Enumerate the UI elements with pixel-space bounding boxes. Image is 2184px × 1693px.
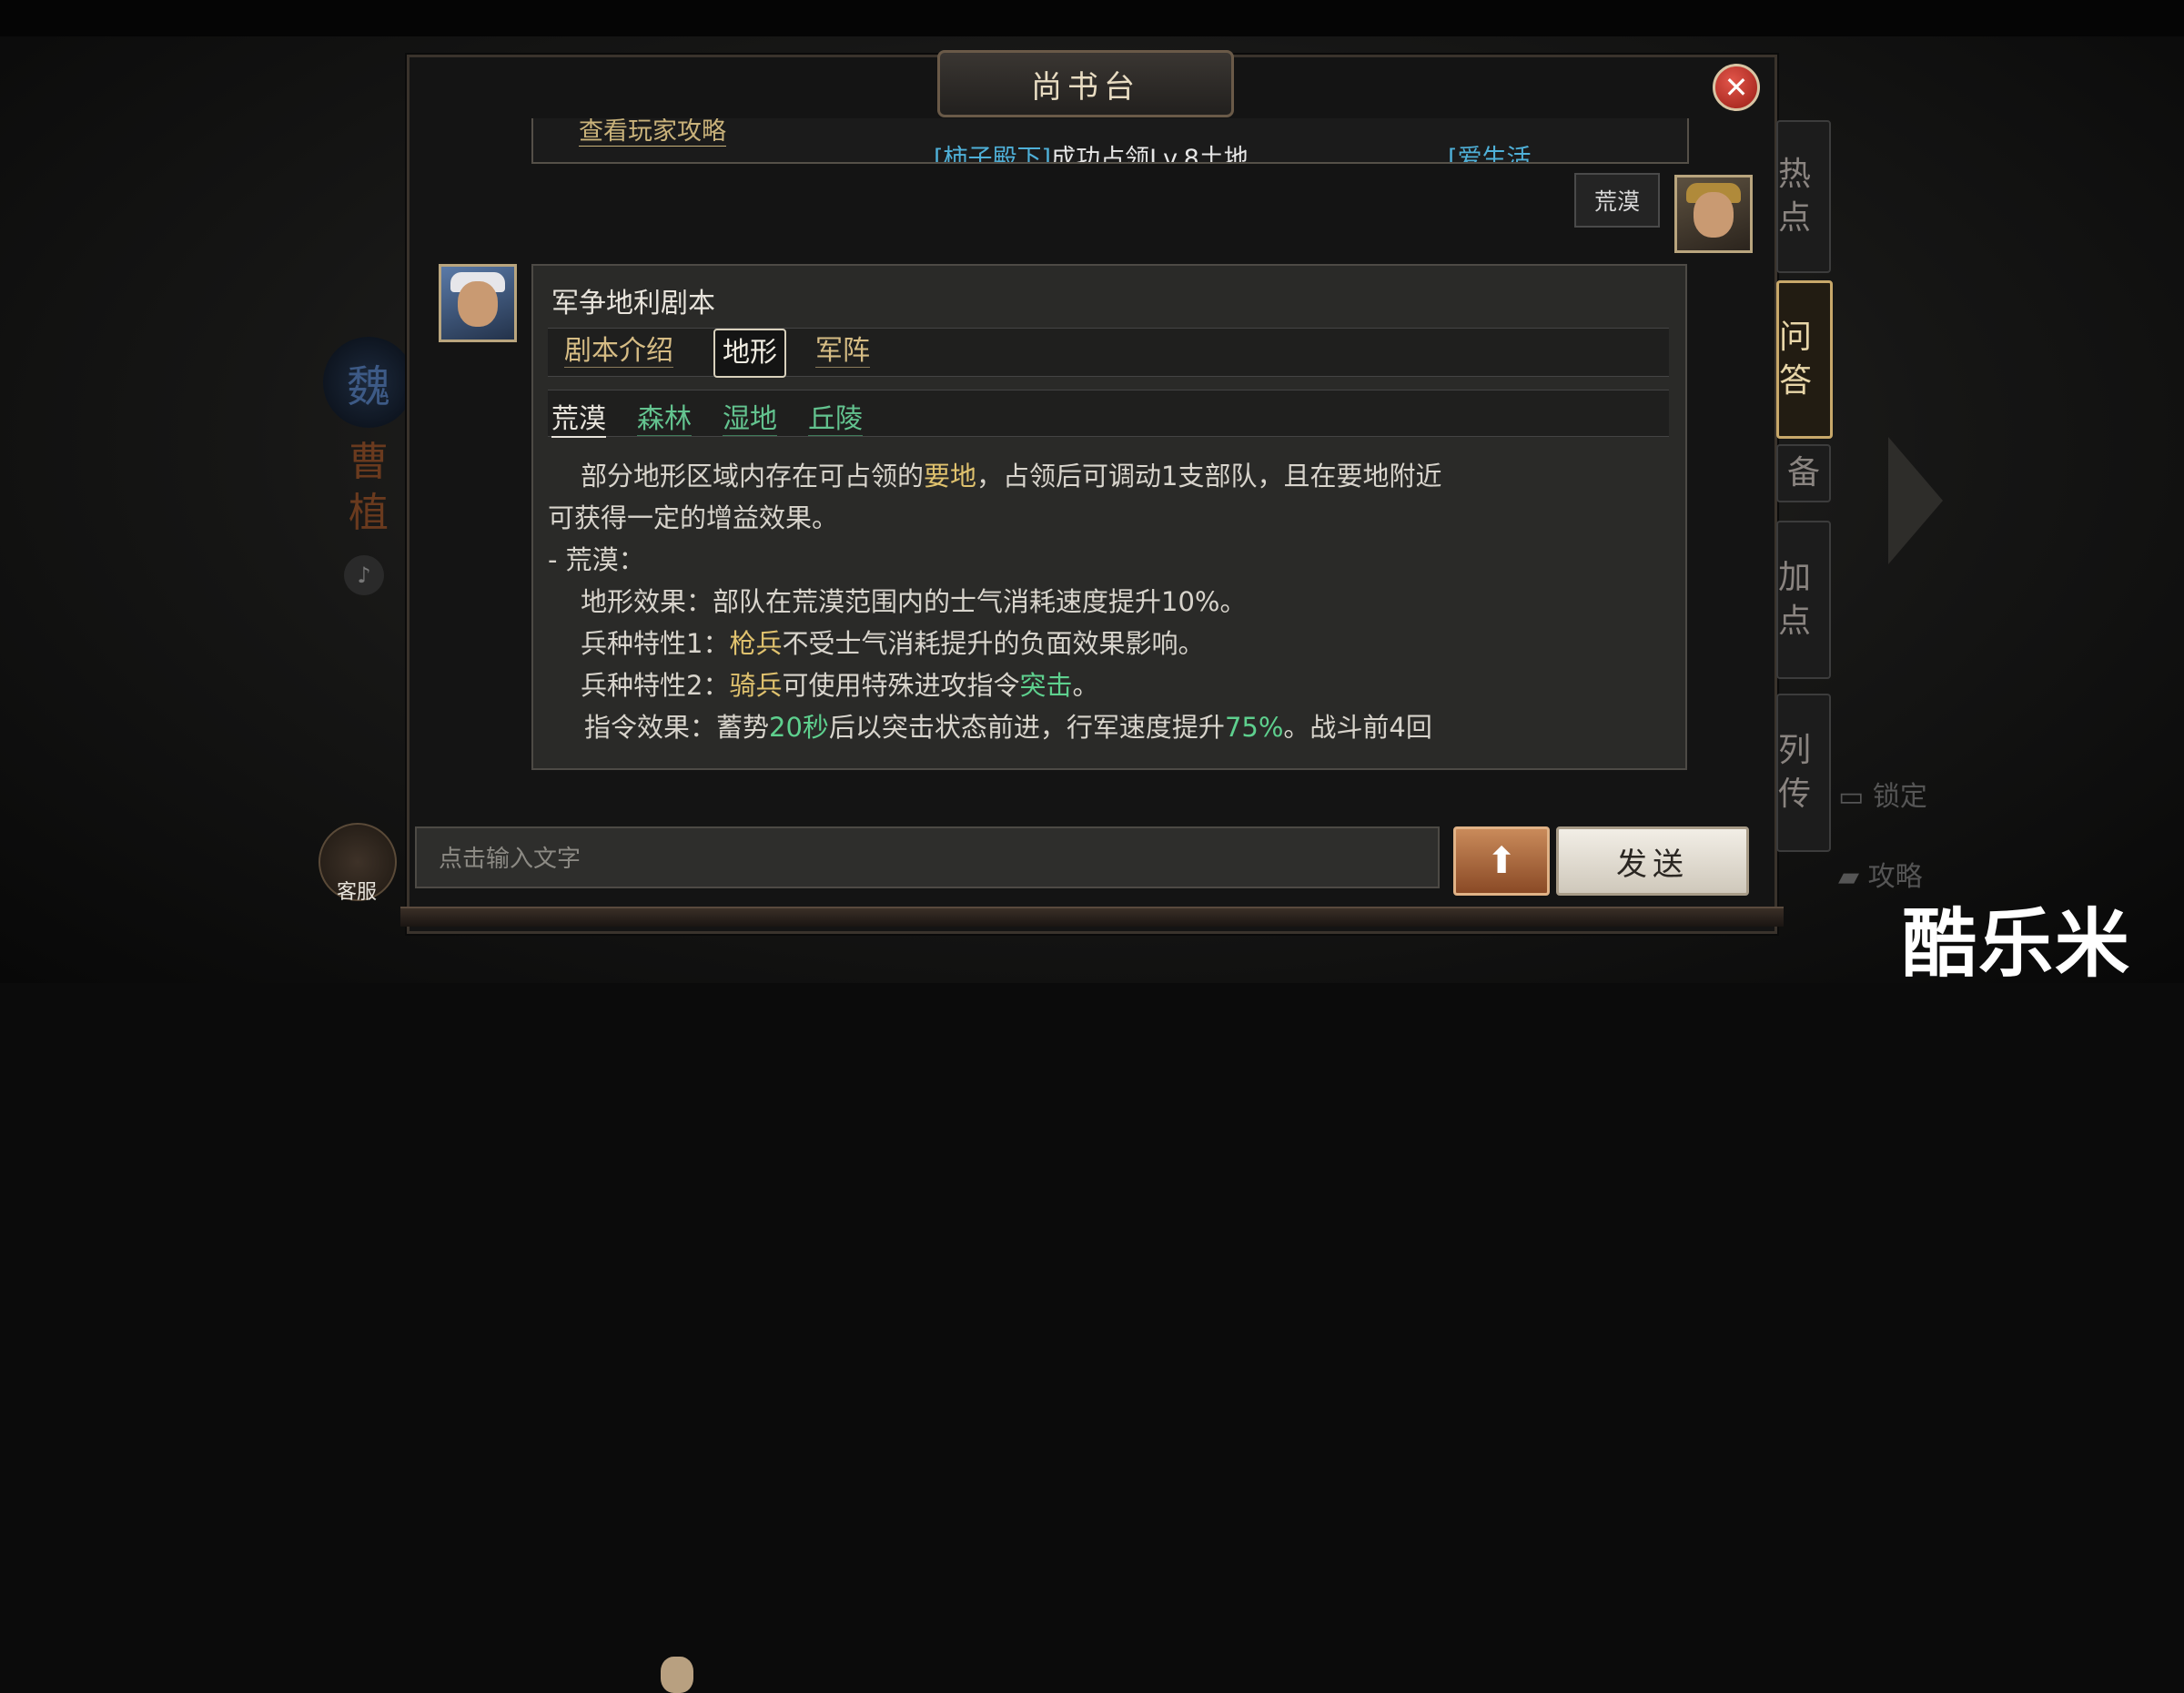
script-tab-bar: 剧本介绍 地形 军阵 [548, 328, 1669, 378]
unit-trait-1: 兵种特性1：枪兵不受士气消耗提升的负面效果影响。 [581, 628, 1205, 659]
broadcast-bar: 查看玩家攻略 [柿子殿下]成功占领Lv.8土地 [爱生活 [531, 118, 1689, 164]
unit-trait-2: 兵种特性2：骑兵可使用特殊进攻指令突击。 [581, 670, 1099, 701]
answer-title: 军争地利剧本 [551, 288, 715, 319]
faction-emblem: 魏 [323, 337, 414, 428]
user-avatar [1674, 175, 1753, 253]
user-message-bubble: 荒漠 [1574, 173, 1660, 228]
terrain-desert[interactable]: 荒漠 [551, 396, 606, 438]
broadcast-player[interactable]: [柿子殿下] [934, 145, 1051, 162]
terrain-effect: 地形效果：部队在荒漠范围内的士气消耗速度提升10%。 [581, 586, 1247, 617]
watermark: 酷乐米 [1902, 901, 2132, 988]
next-arrow-icon[interactable] [1888, 437, 1943, 564]
tab-qa[interactable]: 问答 [1776, 280, 1833, 439]
panel-bottom-frame [400, 907, 1784, 927]
tab-script-intro[interactable]: 剧本介绍 [557, 332, 681, 370]
section-heading: - 荒漠： [548, 544, 645, 575]
tab-hot[interactable]: 热点 [1776, 120, 1831, 273]
paragraph-line: 部分地形区域内存在可占领的要地，占领后可调动1支部队，且在要地附近 [581, 461, 1442, 492]
general-name: 曹植 [349, 439, 389, 536]
tab-biography[interactable]: 列传 [1776, 694, 1831, 852]
chat-input[interactable]: 点击输入文字 [415, 826, 1440, 888]
broadcast-message: [柿子殿下]成功占领Lv.8土地 [934, 138, 1249, 162]
answer-message: 军争地利剧本 剧本介绍 地形 军阵 荒漠 森林 湿地 丘陵 部分地形区域内存在可… [531, 264, 1687, 770]
speaker-icon[interactable]: ♪ [344, 555, 384, 595]
advisor-avatar [439, 264, 517, 342]
arrow-up-icon[interactable]: ⬆ [1453, 826, 1550, 896]
close-icon[interactable]: ✕ [1713, 64, 1760, 111]
dialog-title: 尚书台 [937, 50, 1234, 117]
command-effect: 指令效果：蓄势20秒后以突击状态前进，行军速度提升75%。战斗前4回 [584, 712, 1432, 743]
customer-service-label: 客服 [336, 881, 377, 904]
answer-body: 部分地形区域内存在可占领的要地，占领后可调动1支部队，且在要地附近 可获得一定的… [548, 455, 1673, 748]
top-strip [0, 0, 2184, 36]
terrain-wetland[interactable]: 湿地 [723, 396, 777, 436]
tab-prepare[interactable]: 备 [1776, 444, 1831, 502]
view-guide-link[interactable]: 查看玩家攻略 [579, 118, 726, 147]
tab-formation[interactable]: 军阵 [808, 332, 877, 370]
terrain-tab-bar: 荒漠 森林 湿地 丘陵 [548, 390, 1669, 438]
terrain-hills[interactable]: 丘陵 [808, 396, 863, 436]
agent-icon [661, 1657, 693, 1693]
send-button[interactable]: 发送 [1556, 826, 1749, 896]
tab-points[interactable]: 加点 [1776, 521, 1831, 679]
lock-button[interactable]: ▭ 锁定 [1838, 774, 1927, 814]
paragraph-line: 可获得一定的增益效果。 [548, 502, 839, 533]
terrain-forest[interactable]: 森林 [637, 396, 692, 436]
broadcast-player-2[interactable]: [爱生活 [1448, 138, 1532, 162]
tab-terrain[interactable]: 地形 [713, 329, 786, 378]
